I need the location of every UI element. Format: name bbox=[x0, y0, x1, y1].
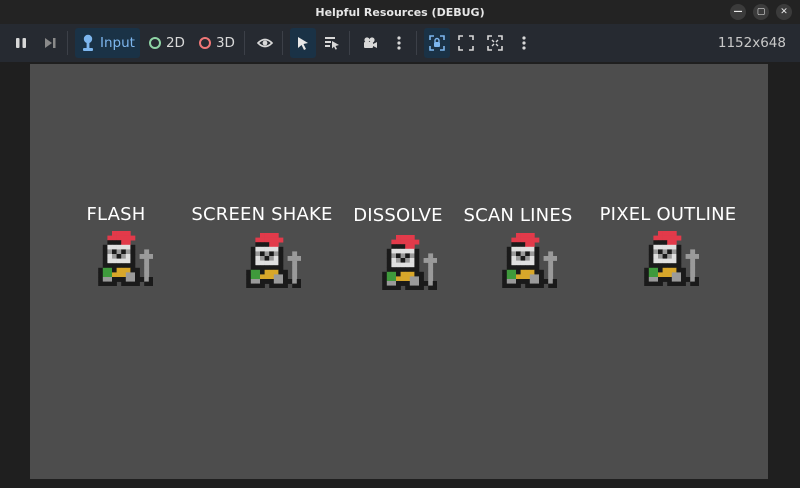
maximize-button[interactable]: ▢ bbox=[753, 4, 769, 20]
toolbar-separator bbox=[348, 31, 350, 55]
select-tool-button[interactable] bbox=[289, 28, 316, 58]
effect-pixel-outline: PIXEL OUTLINE bbox=[588, 204, 748, 225]
effect-label: SCAN LINES bbox=[463, 205, 573, 226]
effect-flash: FLASH bbox=[36, 204, 196, 225]
pause-icon bbox=[16, 38, 26, 48]
toolbar-separator bbox=[243, 31, 245, 55]
knight-sprite bbox=[237, 233, 302, 292]
knight-sprite bbox=[635, 231, 700, 290]
knight-sprite bbox=[89, 231, 154, 290]
circle-3d-icon bbox=[198, 37, 211, 49]
mode-2d-button[interactable]: 2D bbox=[143, 28, 190, 58]
mode-2d-label: 2D bbox=[165, 35, 185, 51]
list-select-button[interactable] bbox=[319, 28, 345, 58]
knight-icon bbox=[382, 235, 438, 291]
input-mode-label: Input bbox=[100, 35, 135, 51]
window-title-bar[interactable]: Helpful Resources (DEBUG) — ▢ ✕ bbox=[0, 0, 800, 24]
window-controls: — ▢ ✕ bbox=[730, 4, 792, 20]
resolution-text: 1152x648 bbox=[717, 35, 786, 51]
eye-icon bbox=[256, 38, 273, 48]
maximize-icon: ▢ bbox=[756, 6, 766, 17]
view-options-button[interactable] bbox=[511, 28, 537, 58]
stretch-button[interactable] bbox=[482, 28, 508, 58]
close-button[interactable]: ✕ bbox=[776, 4, 792, 20]
camera-icon bbox=[363, 37, 377, 48]
window-title: Helpful Resources (DEBUG) bbox=[315, 5, 485, 19]
toolbar-separator bbox=[281, 31, 283, 55]
input-mode-button[interactable]: Input bbox=[75, 28, 140, 58]
knight-icon bbox=[644, 231, 700, 287]
knight-icon bbox=[246, 233, 302, 289]
cursor-arrow-icon bbox=[297, 37, 308, 50]
mode-3d-button[interactable]: 3D bbox=[193, 28, 240, 58]
effect-label: FLASH bbox=[86, 204, 146, 225]
expand-corners-icon bbox=[458, 35, 474, 51]
toolbar-separator bbox=[67, 31, 68, 55]
minimize-icon: — bbox=[733, 6, 743, 17]
keep-aspect-button[interactable] bbox=[453, 28, 479, 58]
circle-2d-icon bbox=[148, 37, 161, 49]
next-frame-button[interactable] bbox=[37, 28, 63, 58]
close-icon: ✕ bbox=[780, 6, 788, 17]
knight-sprite bbox=[493, 233, 558, 292]
vertical-dots-icon bbox=[522, 36, 526, 50]
next-frame-icon bbox=[45, 38, 56, 48]
camera-button[interactable] bbox=[357, 28, 383, 58]
visibility-button[interactable] bbox=[252, 28, 278, 58]
embed-frame-icon bbox=[429, 35, 445, 51]
effect-scan-lines: SCAN LINES bbox=[438, 205, 598, 226]
mode-3d-label: 3D bbox=[215, 35, 235, 51]
game-resolution: 1152x648 bbox=[718, 24, 786, 62]
knight-sprite bbox=[373, 235, 438, 294]
pause-button[interactable] bbox=[8, 28, 34, 58]
game-view-toolbar: Input 2D 3D 1152x648 bbox=[0, 24, 800, 62]
toolbar-separator bbox=[415, 31, 417, 55]
minimize-button[interactable]: — bbox=[730, 4, 746, 20]
input-joystick-icon bbox=[83, 34, 93, 51]
knight-icon bbox=[502, 233, 558, 289]
list-select-icon bbox=[324, 37, 339, 50]
effect-label: PIXEL OUTLINE bbox=[599, 204, 737, 225]
vertical-dots-icon bbox=[397, 36, 401, 50]
fullscreen-icon bbox=[487, 35, 503, 51]
more-options-button[interactable] bbox=[386, 28, 412, 58]
game-viewport[interactable]: FLASH SCREEN SHAKE DISSOLVE SCAN LINES P… bbox=[30, 64, 768, 479]
embed-toggle-button[interactable] bbox=[423, 28, 450, 58]
knight-icon bbox=[98, 231, 154, 287]
